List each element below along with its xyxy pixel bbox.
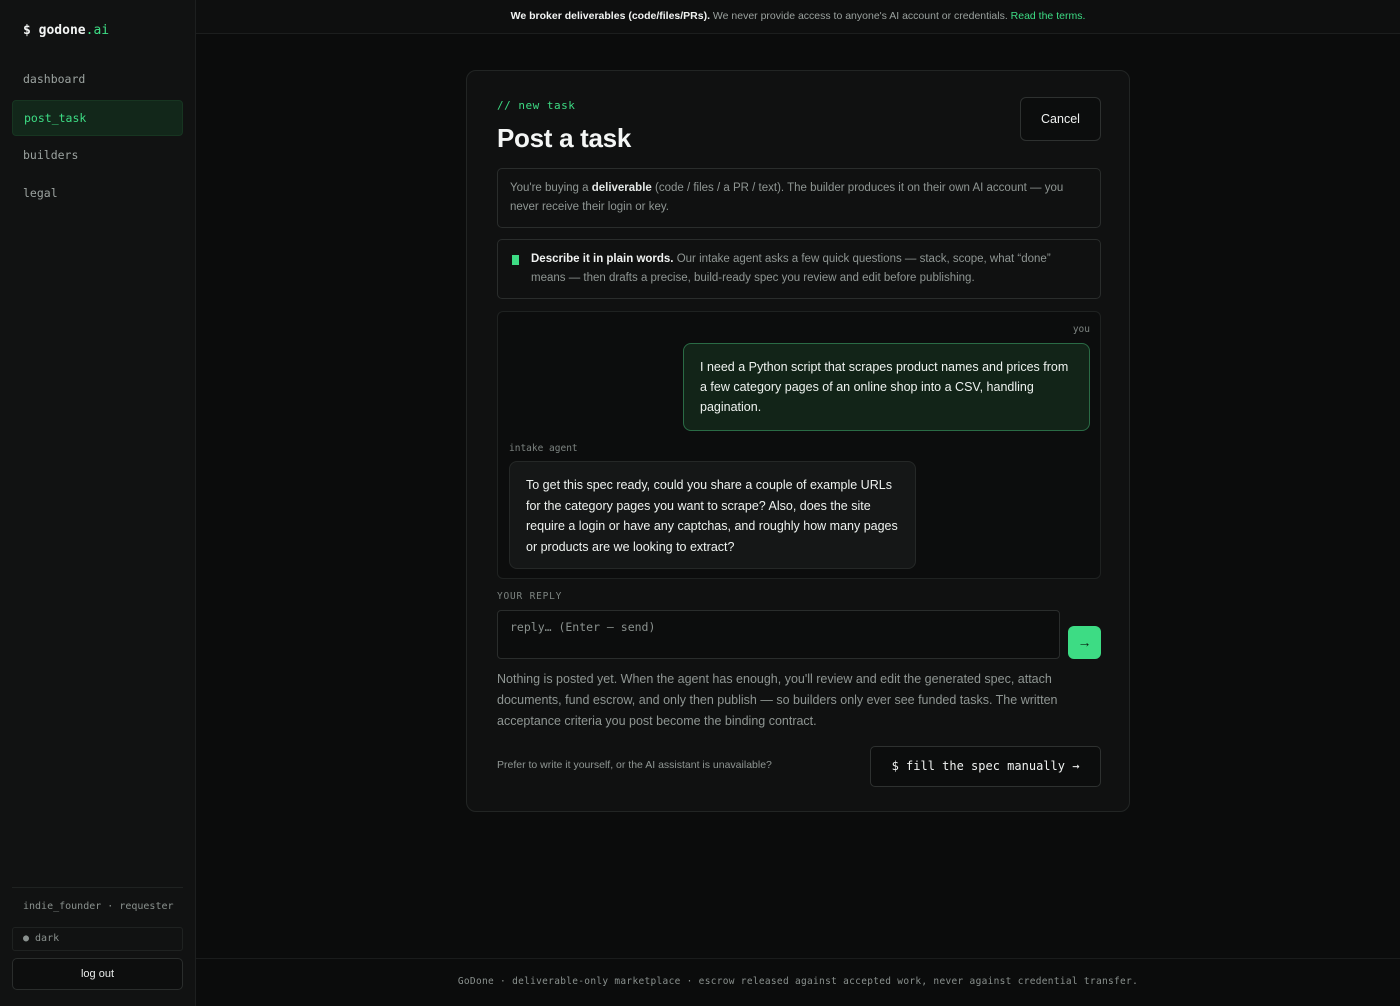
agent-message-bubble: To get this spec ready, could you share … — [509, 461, 916, 569]
sidebar-item-dashboard[interactable]: dashboard — [12, 62, 183, 98]
reply-label: YOUR REPLY — [497, 591, 563, 602]
describe-bold: Describe it in plain words. — [531, 253, 674, 265]
send-button[interactable]: → — [1068, 626, 1101, 659]
manual-prompt-text: Prefer to write it yourself, or the AI a… — [497, 759, 772, 771]
chat-thread: you I need a Python script that scrapes … — [497, 311, 1101, 579]
brand-prefix: $ — [23, 23, 39, 38]
status-square-icon — [512, 255, 519, 265]
terms-link[interactable]: Read the terms. — [1011, 10, 1086, 22]
deliverable-info-box: You're buying a deliverable (code / file… — [497, 168, 1101, 228]
sidebar-divider — [12, 887, 183, 888]
sidebar-item-legal[interactable]: legal — [12, 176, 183, 212]
theme-toggle[interactable]: ● dark — [12, 927, 183, 951]
fill-spec-manually-button[interactable]: $ fill the spec manually → — [870, 746, 1101, 787]
brand-tld: .ai — [85, 23, 110, 38]
user-message-label: you — [1072, 324, 1090, 335]
sidebar-item-post-task[interactable]: post_task — [12, 100, 183, 136]
sidebar-nav: dashboard post_task builders legal — [12, 62, 183, 214]
user-role-line: indie_founder · requester — [23, 901, 174, 912]
logout-button[interactable]: log out — [12, 958, 183, 990]
eyebrow-label: // new task — [497, 99, 576, 112]
reply-input[interactable] — [497, 610, 1060, 659]
page-title: Post a task — [497, 123, 631, 153]
process-note: Nothing is posted yet. When the agent ha… — [497, 672, 1058, 728]
top-banner: We broker deliverables (code/files/PRs).… — [196, 0, 1400, 34]
arrow-right-icon: → — [1077, 634, 1092, 650]
describe-info-box: Describe it in plain words. Our intake a… — [497, 239, 1101, 299]
brand-name: godone — [38, 23, 86, 38]
user-message-bubble: I need a Python script that scrapes prod… — [683, 343, 1090, 431]
agent-message-label: intake agent — [509, 443, 578, 454]
post-task-card: // new task Post a task Cancel You're bu… — [466, 70, 1130, 812]
banner-text: We never provide access to anyone's AI a… — [710, 10, 1011, 22]
sidebar: $ godone.ai dashboard post_task builders… — [0, 0, 196, 1006]
cancel-button[interactable]: Cancel — [1020, 97, 1101, 141]
info-bold: deliverable — [591, 182, 652, 194]
info-pre: You're buying a — [510, 182, 592, 194]
banner-bold: We broker deliverables (code/files/PRs). — [510, 10, 711, 22]
brand-logo[interactable]: $ godone.ai — [23, 23, 109, 38]
sidebar-item-builders[interactable]: builders — [12, 138, 183, 174]
page-footer: GoDone · deliverable-only marketplace · … — [196, 958, 1400, 1006]
